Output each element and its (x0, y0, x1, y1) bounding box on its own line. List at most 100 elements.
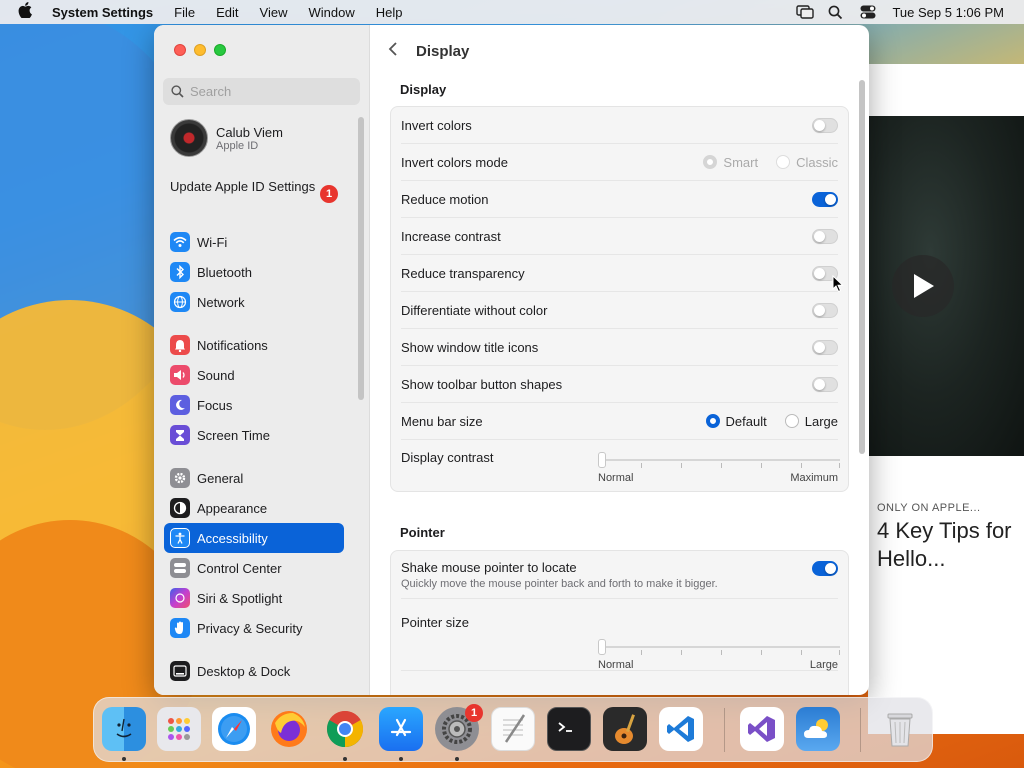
shake-pointer-description: Quickly move the mouse pointer back and … (401, 578, 718, 590)
apple-id-account[interactable]: Calub Viem Apple ID (170, 119, 283, 157)
reduce-transparency-row: Reduce transparency (401, 255, 838, 292)
shake-pointer-toggle[interactable] (812, 561, 838, 576)
firefox-icon[interactable] (267, 707, 311, 751)
chrome-icon[interactable] (323, 707, 367, 751)
visual-studio-icon[interactable] (740, 707, 784, 751)
finder-icon[interactable] (102, 707, 146, 751)
reduce-motion-row: Reduce motion (401, 181, 838, 218)
web-headline[interactable]: 4 Key Tips for Hello... (877, 517, 1017, 573)
system-settings-icon[interactable]: 1 (435, 704, 483, 751)
menu-size-default-radio[interactable]: Default (705, 414, 767, 429)
menu-view[interactable]: View (260, 5, 288, 20)
sidebar-item-accessibility[interactable]: Accessibility (164, 523, 344, 553)
content-scrollbar[interactable] (859, 80, 865, 454)
sidebar-item-control-center[interactable]: Control Center (164, 553, 344, 583)
invert-colors-toggle[interactable] (812, 117, 838, 133)
invert-mode-classic-radio[interactable]: Classic (776, 155, 838, 170)
dock-icon (170, 661, 190, 681)
appearance-icon (170, 498, 190, 518)
weather-icon[interactable] (796, 707, 840, 751)
moon-icon (170, 395, 190, 415)
globe-icon (170, 292, 190, 312)
sidebar-item-general[interactable]: General (164, 463, 344, 493)
garageband-icon[interactable] (603, 707, 647, 751)
update-apple-id-settings[interactable]: Update Apple ID Settings (170, 179, 340, 195)
invert-colors-mode-row: Invert colors mode Smart Classic (401, 144, 838, 181)
reduce-motion-toggle[interactable] (812, 191, 838, 207)
differentiate-label: Differentiate without color (401, 302, 548, 318)
web-kicker: ONLY ON APPLE... (877, 502, 981, 514)
apple-menu-icon[interactable] (18, 2, 34, 22)
back-chevron-icon[interactable] (388, 41, 408, 62)
pointer-size-slider[interactable] (598, 639, 840, 655)
sidebar-item-label: Control Center (197, 560, 282, 576)
zoom-button[interactable] (214, 44, 226, 56)
vscode-icon[interactable] (659, 707, 703, 751)
menu-size-large-radio[interactable]: Large (784, 414, 838, 429)
sidebar-item-screen-time[interactable]: Screen Time (164, 420, 344, 450)
sidebar-item-siri-spotlight[interactable]: Siri & Spotlight (164, 583, 344, 613)
title-icons-toggle[interactable] (812, 339, 838, 355)
sidebar-item-label: Appearance (197, 500, 268, 516)
menu-file[interactable]: File (174, 5, 195, 20)
minimize-button[interactable] (194, 44, 206, 56)
play-icon[interactable] (892, 255, 954, 317)
menu-bar-size-label: Menu bar size (401, 413, 483, 429)
invert-mode-smart-radio[interactable]: Smart (703, 155, 758, 170)
sidebar-item-bluetooth[interactable]: Bluetooth (164, 257, 344, 287)
sidebar-item-label: Bluetooth (197, 264, 252, 280)
sidebar-item-sound[interactable]: Sound (164, 360, 344, 390)
menu-window[interactable]: Window (308, 5, 354, 20)
accessibility-icon (170, 528, 190, 548)
sidebar-item-notifications[interactable]: Notifications (164, 330, 344, 360)
sidebar-item-wifi[interactable]: Wi-Fi (164, 227, 344, 257)
display-section-title: Display (400, 82, 447, 97)
sidebar-item-focus[interactable]: Focus (164, 390, 344, 420)
app-store-icon[interactable] (379, 707, 423, 751)
spotlight-search-icon[interactable] (828, 5, 844, 20)
menu-help[interactable]: Help (376, 5, 403, 20)
slider-knob[interactable] (598, 452, 606, 468)
toolbar-shapes-toggle[interactable] (812, 376, 838, 392)
dock: 1 (93, 697, 933, 762)
menu-bar: System Settings File Edit View Window He… (0, 0, 1024, 24)
search-input[interactable] (190, 84, 350, 99)
content-header: Display (370, 25, 869, 77)
sidebar-item-label: General (197, 470, 244, 486)
control-center-icon[interactable] (860, 5, 876, 19)
display-settings-group: Invert colors Invert colors mode Smart C… (390, 106, 849, 492)
display-contrast-label: Display contrast (401, 450, 494, 465)
pointer-section-title: Pointer (400, 525, 445, 540)
invert-colors-mode-label: Invert colors mode (401, 154, 508, 170)
differentiate-toggle[interactable] (812, 302, 838, 318)
sidebar-item-label: Network (197, 294, 245, 310)
sidebar: Calub Viem Apple ID Update Apple ID Sett… (154, 25, 370, 695)
menu-edit[interactable]: Edit (216, 5, 238, 20)
safari-icon[interactable] (212, 707, 256, 751)
terminal-icon[interactable] (547, 707, 591, 751)
sidebar-item-privacy-security[interactable]: Privacy & Security (164, 613, 344, 643)
slider-knob[interactable] (598, 639, 606, 655)
contrast-max-label: Maximum (790, 472, 838, 484)
contrast-min-label: Normal (598, 472, 634, 484)
sidebar-item-desktop-dock[interactable]: Desktop & Dock (164, 656, 344, 686)
toolbar-shapes-row: Show toolbar button shapes (401, 366, 838, 403)
reduce-motion-label: Reduce motion (401, 191, 489, 207)
sidebar-item-network[interactable]: Network (164, 287, 344, 317)
textedit-icon[interactable] (491, 707, 535, 751)
launchpad-icon[interactable] (157, 707, 201, 751)
search-field[interactable] (163, 78, 360, 105)
siri-icon (170, 588, 190, 608)
display-contrast-slider[interactable] (598, 452, 840, 468)
screen-mirroring-icon[interactable] (796, 5, 815, 19)
system-settings-badge: 1 (465, 704, 483, 722)
sidebar-item-appearance[interactable]: Appearance (164, 493, 344, 523)
sidebar-item-label: Screen Time (197, 427, 270, 443)
menubar-clock[interactable]: Tue Sep 5 1:06 PM (892, 5, 1004, 20)
app-menu[interactable]: System Settings (52, 5, 153, 20)
hourglass-icon (170, 425, 190, 445)
increase-contrast-toggle[interactable] (812, 228, 838, 244)
trash-icon[interactable] (878, 707, 922, 751)
sidebar-scrollbar[interactable] (358, 117, 364, 400)
close-button[interactable] (174, 44, 186, 56)
